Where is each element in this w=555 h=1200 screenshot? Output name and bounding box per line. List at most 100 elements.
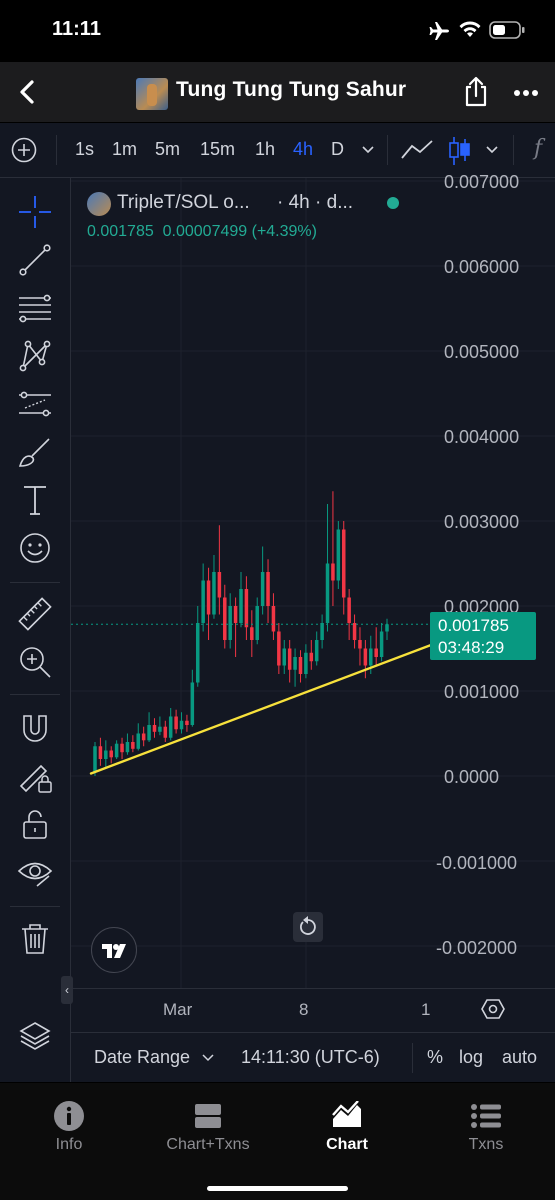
tab-chart[interactable]: Chart	[278, 1083, 416, 1173]
interval-15m[interactable]: 15m	[200, 139, 235, 160]
tab-info[interactable]: Info	[0, 1083, 138, 1173]
indicators-icon[interactable]: f	[534, 136, 542, 161]
x-tick: 8	[299, 1000, 309, 1019]
unlock-icon[interactable]	[17, 806, 53, 842]
chart-clock[interactable]: 14:11:30 (UTC-6)	[241, 1047, 380, 1068]
candle-body	[190, 682, 195, 725]
symbol-avatar	[87, 192, 111, 216]
legend-change-pct: (+4.39%)	[251, 223, 317, 240]
chart-pane[interactable]: TripleT/SOL o... · 4h · d... 0.001785 0.…	[61, 172, 555, 1082]
candle-body	[233, 606, 238, 623]
tradingview-logo[interactable]	[91, 927, 137, 973]
interval-1m[interactable]: 1m	[112, 139, 137, 160]
eye-icon[interactable]	[17, 854, 53, 890]
tab-label: Info	[55, 1136, 83, 1153]
legend-change: 0.00007499	[162, 223, 248, 240]
magnet-icon[interactable]	[17, 710, 53, 746]
divider	[10, 906, 60, 907]
log-toggle[interactable]: log	[459, 1047, 483, 1068]
layers-icon[interactable]	[17, 1018, 53, 1054]
interval-5m[interactable]: 5m	[155, 139, 180, 160]
token-avatar	[136, 78, 168, 110]
brush-icon[interactable]	[17, 434, 53, 470]
reset-chart-button[interactable]	[293, 912, 323, 942]
candle-body	[287, 648, 292, 670]
drawing-toolbar	[0, 178, 71, 1082]
prediction-icon[interactable]	[17, 386, 53, 422]
candle-body	[120, 743, 124, 753]
share-icon[interactable]	[462, 76, 490, 108]
trash-icon[interactable]	[17, 920, 53, 956]
home-indicator	[207, 1186, 348, 1191]
percent-toggle[interactable]: %	[427, 1047, 443, 1068]
y-tick: -0.002000	[436, 938, 518, 958]
candle-body	[336, 529, 341, 581]
bottom-tab-bar: Info Chart+Txns Chart Txns	[0, 1083, 555, 1200]
interval-1h[interactable]: 1h	[255, 139, 275, 160]
candle-body	[244, 589, 249, 628]
candle-body	[136, 733, 141, 749]
candle-body	[347, 597, 351, 623]
interval-d[interactable]: D	[331, 139, 344, 160]
more-icon[interactable]	[513, 89, 539, 97]
candle-body	[131, 742, 135, 749]
pattern-icon[interactable]	[17, 338, 53, 374]
legend-interval: · 4h · d...	[277, 192, 354, 213]
candle-body	[385, 624, 389, 632]
tab-label: Chart+Txns	[166, 1136, 250, 1153]
emoji-icon[interactable]	[17, 530, 53, 566]
interval-4h[interactable]: 4h	[293, 139, 313, 160]
chevron-down-icon[interactable]	[202, 1053, 214, 1063]
zoom-in-icon[interactable]	[17, 644, 53, 680]
collapse-toolbar-handle[interactable]: ‹	[61, 976, 73, 1004]
divider	[71, 1032, 555, 1033]
candle-body	[374, 648, 378, 657]
tab-label: Txns	[468, 1136, 504, 1153]
page-title: Tung Tung Tung Sahur	[176, 78, 407, 101]
crosshair-icon[interactable]	[17, 194, 53, 230]
divider	[513, 135, 514, 165]
split-view-icon	[195, 1104, 221, 1128]
trend-line-icon[interactable]	[17, 242, 53, 278]
reset-icon	[300, 916, 316, 935]
candle-body	[228, 606, 232, 640]
tab-chart-txns[interactable]: Chart+Txns	[139, 1083, 277, 1173]
candle-body	[304, 652, 308, 674]
candle-body	[239, 589, 243, 623]
chevron-down-icon[interactable]	[485, 145, 499, 155]
tab-txns[interactable]: Txns	[417, 1083, 555, 1173]
candle-body	[201, 580, 205, 623]
candles-icon[interactable]	[447, 135, 471, 167]
candle-body	[341, 529, 346, 598]
interval-1s[interactable]: 1s	[75, 139, 94, 160]
candle-body	[163, 726, 168, 738]
candle-body	[179, 720, 184, 730]
candle-body	[277, 631, 281, 666]
trend-line[interactable]	[89, 643, 435, 775]
y-tick: 0.005000	[444, 342, 520, 362]
text-icon[interactable]	[17, 482, 53, 518]
candle-body	[266, 572, 270, 606]
lock-drawings-icon[interactable]	[17, 758, 53, 794]
candle-body	[174, 716, 178, 730]
legend-symbol[interactable]: TripleT/SOL o...	[117, 192, 250, 214]
back-button[interactable]	[16, 79, 38, 105]
candle-body	[223, 597, 227, 640]
settings-icon[interactable]	[481, 997, 505, 1021]
info-icon	[54, 1101, 84, 1131]
fib-retracement-icon[interactable]	[17, 290, 53, 326]
date-range-button[interactable]: Date Range	[94, 1047, 190, 1068]
add-symbol-icon[interactable]	[11, 137, 37, 163]
chevron-down-icon[interactable]	[361, 145, 375, 155]
auto-toggle[interactable]: auto	[502, 1047, 537, 1068]
ruler-icon[interactable]	[17, 596, 53, 632]
candle-body	[369, 648, 373, 666]
chart-toolbar: 1s 1m 5m 15m 1h 4h D f	[0, 123, 555, 178]
line-chart-icon[interactable]	[400, 138, 434, 162]
candle-body	[114, 743, 119, 758]
candle-body	[352, 623, 357, 640]
candle-body	[260, 572, 265, 606]
market-status-dot	[387, 197, 399, 209]
wifi-icon	[459, 21, 481, 37]
candle-body	[255, 606, 259, 640]
